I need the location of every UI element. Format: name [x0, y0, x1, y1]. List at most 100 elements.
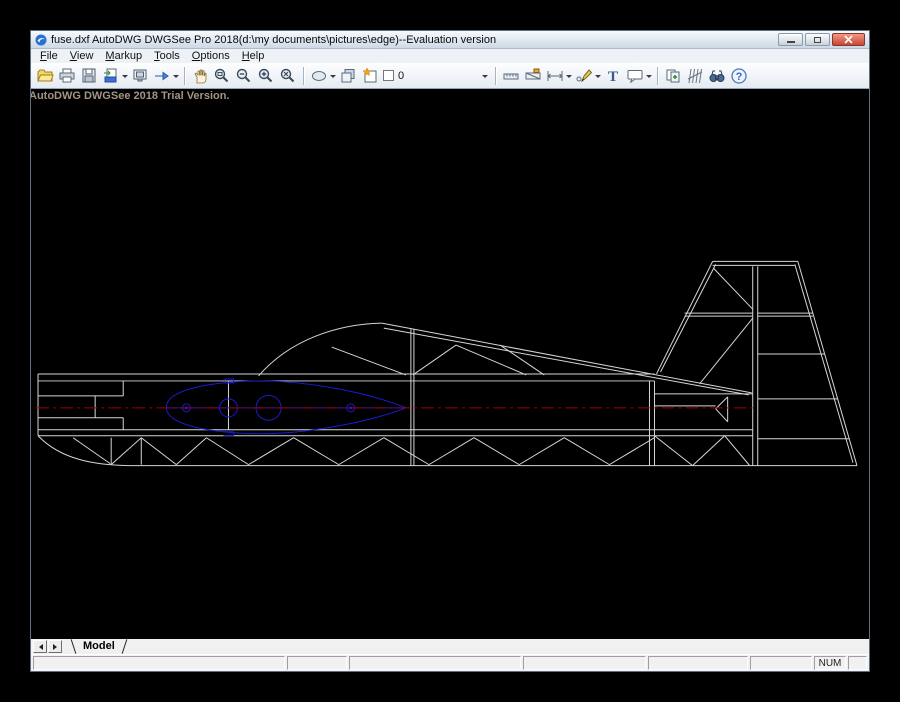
- minimize-icon: [787, 41, 795, 43]
- layout-tab-bar: Model: [31, 639, 869, 654]
- callout-icon: [626, 67, 644, 85]
- pen-dropdown-caret[interactable]: [595, 75, 601, 81]
- export-dropdown-caret[interactable]: [122, 75, 128, 81]
- ellipse-dropdown-caret[interactable]: [330, 75, 336, 81]
- pan-hand-icon: [191, 67, 209, 85]
- title-bar[interactable]: fuse.dxf AutoDWG DWGSee Pro 2018(d:\my d…: [31, 31, 869, 49]
- window-title: fuse.dxf AutoDWG DWGSee Pro 2018(d:\my d…: [51, 34, 496, 46]
- menu-file[interactable]: File: [34, 50, 64, 62]
- status-panel: [648, 656, 748, 670]
- menu-view[interactable]: View: [64, 50, 100, 62]
- close-button[interactable]: [832, 33, 865, 46]
- hatch-button[interactable]: [684, 65, 706, 87]
- dimension-dropdown-caret[interactable]: [566, 75, 572, 81]
- drawing-canvas[interactable]: AutoDWG DWGSee 2018 Trial Version.: [31, 89, 869, 639]
- num-lock-indicator: NUM: [814, 656, 846, 670]
- help-icon: ?: [730, 67, 748, 85]
- measure-area-icon: [524, 67, 542, 85]
- save-icon: [80, 67, 98, 85]
- binoculars-icon: [708, 67, 726, 85]
- toolbar-separator: [657, 67, 658, 85]
- cad-drawing-fuselage: [31, 89, 869, 639]
- zoom-window-icon: [213, 67, 231, 85]
- layer-manager-button[interactable]: [359, 65, 381, 87]
- callout-dropdown-caret[interactable]: [646, 75, 652, 81]
- view-display-button[interactable]: [129, 65, 151, 87]
- open-button[interactable]: [34, 65, 56, 87]
- maximize-button[interactable]: [805, 33, 830, 46]
- tab-scroll-right-button[interactable]: [48, 640, 62, 653]
- right-arrow-icon: [53, 644, 60, 650]
- layers-icon: [339, 67, 357, 85]
- text-tool-icon: T: [604, 67, 622, 85]
- layer-combo-value: 0: [398, 70, 404, 82]
- export-icon: [102, 67, 120, 85]
- minimize-button[interactable]: [778, 33, 803, 46]
- menu-help[interactable]: Help: [236, 50, 271, 62]
- status-panel: [33, 656, 285, 670]
- layer-combo[interactable]: 0: [381, 67, 491, 85]
- menu-options[interactable]: Options: [186, 50, 236, 62]
- measure-distance-button[interactable]: [500, 65, 522, 87]
- dimension-icon: [546, 67, 564, 85]
- toolbar-separator: [303, 67, 304, 85]
- forward-arrow-icon: [153, 67, 171, 85]
- status-panel: [848, 656, 867, 670]
- layers-button[interactable]: [337, 65, 359, 87]
- layer-combo-caret[interactable]: [482, 75, 488, 81]
- app-window: fuse.dxf AutoDWG DWGSee Pro 2018(d:\my d…: [30, 30, 870, 672]
- menu-markup[interactable]: Markup: [99, 50, 148, 62]
- help-button[interactable]: ?: [728, 65, 750, 87]
- layer-color-swatch: [383, 70, 394, 81]
- print-button[interactable]: [56, 65, 78, 87]
- zoom-out-icon: [235, 67, 253, 85]
- status-panel: [349, 656, 521, 670]
- find-button[interactable]: [706, 65, 728, 87]
- measure-distance-icon: [502, 67, 520, 85]
- status-panel: [750, 656, 812, 670]
- zoom-in-button[interactable]: [255, 65, 277, 87]
- status-panel: [287, 656, 347, 670]
- maximize-icon: [814, 37, 821, 43]
- toolbar: 0: [31, 63, 869, 89]
- forward-button[interactable]: [151, 65, 173, 87]
- desktop: fuse.dxf AutoDWG DWGSee Pro 2018(d:\my d…: [0, 0, 900, 702]
- callout-markup-button[interactable]: [624, 65, 646, 87]
- zoom-window-button[interactable]: [211, 65, 233, 87]
- window-controls: [778, 33, 865, 46]
- dimension-button[interactable]: [544, 65, 566, 87]
- svg-text:?: ?: [736, 71, 743, 83]
- stamp-button[interactable]: [662, 65, 684, 87]
- tab-scroll-left-button[interactable]: [33, 640, 47, 653]
- status-panel: [523, 656, 646, 670]
- ellipse-icon: [310, 67, 328, 85]
- status-bar: NUM: [31, 654, 869, 671]
- ellipse-tool-button[interactable]: [308, 65, 330, 87]
- close-icon: [844, 35, 853, 44]
- monitor-icon: [131, 67, 149, 85]
- zoom-extents-button[interactable]: [277, 65, 299, 87]
- text-markup-button[interactable]: T: [602, 65, 624, 87]
- toolbar-separator: [495, 67, 496, 85]
- export-button[interactable]: [100, 65, 122, 87]
- svg-text:T: T: [608, 69, 618, 85]
- app-logo-icon: [35, 34, 47, 46]
- measure-area-button[interactable]: [522, 65, 544, 87]
- menu-bar: File View Markup Tools Options Help: [31, 49, 869, 63]
- layer-manager-icon: [361, 67, 379, 85]
- forward-dropdown-caret[interactable]: [173, 75, 179, 81]
- left-arrow-icon: [36, 644, 43, 650]
- hatch-icon: [686, 67, 704, 85]
- zoom-in-icon: [257, 67, 275, 85]
- zoom-out-button[interactable]: [233, 65, 255, 87]
- menu-tools[interactable]: Tools: [148, 50, 186, 62]
- save-button[interactable]: [78, 65, 100, 87]
- pen-icon: [575, 67, 593, 85]
- zoom-extents-icon: [279, 67, 297, 85]
- print-icon: [58, 67, 76, 85]
- open-folder-icon: [36, 67, 54, 85]
- toolbar-separator: [184, 67, 185, 85]
- pan-button[interactable]: [189, 65, 211, 87]
- tab-model[interactable]: Model: [70, 639, 128, 654]
- pen-markup-button[interactable]: [573, 65, 595, 87]
